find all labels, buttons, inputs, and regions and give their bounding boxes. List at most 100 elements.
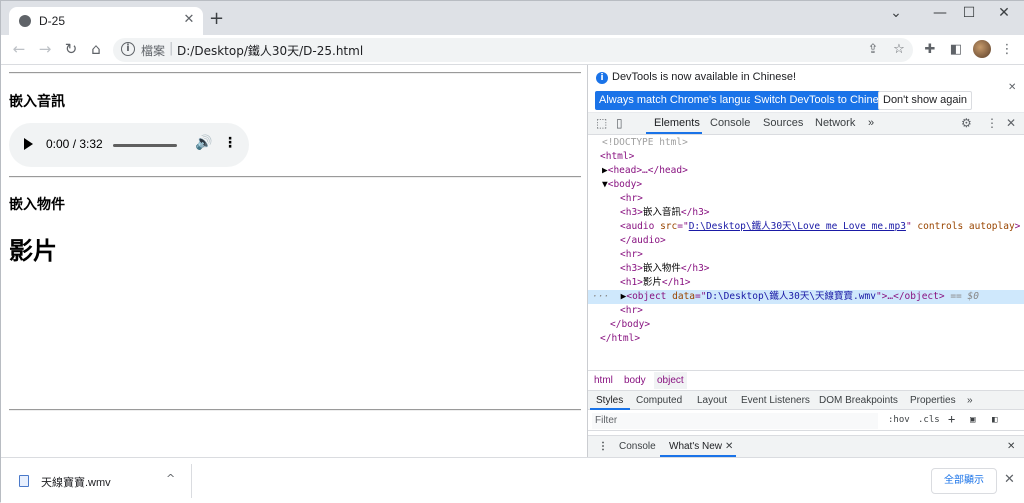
dom-node[interactable]: </audio> (588, 234, 1024, 248)
maximize-button[interactable]: ☐ (954, 5, 984, 21)
dom-node[interactable]: </html> (588, 332, 1024, 346)
tab-elements[interactable]: Elements (654, 117, 700, 129)
dom-node[interactable]: ▼<body> (588, 178, 1024, 192)
dom-node[interactable]: <h1>影片</h1> (588, 276, 1024, 290)
tab-d25[interactable]: D-25 ✕ (9, 7, 203, 35)
device-toolbar-icon[interactable]: ▯ (616, 116, 623, 130)
url-text[interactable]: D:/Desktop/鐵人30天/D-25.html (177, 42, 363, 59)
forward-button[interactable]: → (35, 40, 55, 58)
active-subtab-indicator (590, 408, 630, 410)
filter-input[interactable]: Filter (592, 413, 878, 429)
audio-player[interactable]: 0:00 / 3:32 🔊 ⋮ (9, 123, 249, 167)
new-tab-button[interactable]: + (209, 10, 224, 28)
devtools-infobar: i DevTools is now available in Chinese! … (588, 65, 1024, 113)
styles-filter-row: Filter :hov .cls + ▣ ◧ (588, 411, 1024, 431)
tab-event-listeners[interactable]: Event Listeners (741, 395, 810, 406)
tab-strip: D-25 ✕ + ⌄ — ☐ ✕ (1, 1, 1024, 35)
more-options-icon[interactable]: ⋮ (223, 135, 237, 151)
close-drawer-icon[interactable]: ✕ (1007, 441, 1015, 452)
tab-title: D-25 (39, 14, 66, 28)
breadcrumb: html body object (588, 370, 1024, 390)
more-tabs-icon[interactable]: » (868, 117, 874, 129)
tab-search-icon[interactable]: ⌄ (881, 5, 911, 21)
download-filename[interactable]: 天線寶寶.wmv (41, 474, 111, 490)
close-tab-icon[interactable]: ✕ (725, 441, 733, 452)
new-rule-icon[interactable]: + (948, 412, 955, 426)
audio-time: 0:00 / 3:32 (46, 137, 103, 151)
info-icon[interactable]: i (121, 42, 135, 56)
omnibox-separator: | (169, 41, 174, 56)
more-subtabs-icon[interactable]: » (967, 395, 973, 406)
tab-console[interactable]: Console (710, 117, 750, 129)
crumb-body[interactable]: body (624, 375, 646, 386)
inspect-icon[interactable]: ⬚ (596, 116, 607, 130)
divider (191, 464, 192, 498)
dont-show-button[interactable]: Don't show again (878, 91, 973, 110)
show-all-button[interactable]: 全部顯示 (931, 468, 997, 494)
close-devtools-icon[interactable]: ✕ (1006, 116, 1016, 130)
dom-node[interactable]: <hr> (588, 248, 1024, 262)
dom-node[interactable]: ▶<head>…</head> (588, 164, 1024, 178)
browser-toolbar: ← → ↻ ⌂ i 檔案 | D:/Desktop/鐵人30天/D-25.htm… (1, 35, 1024, 65)
dom-node[interactable]: <h3>嵌入物件</h3> (588, 262, 1024, 276)
reload-button[interactable]: ↻ (61, 40, 81, 58)
extensions-icon[interactable]: ✚ (922, 42, 938, 57)
dom-node[interactable]: </body> (588, 318, 1024, 332)
horizontal-rule (9, 176, 581, 178)
tab-properties[interactable]: Properties (910, 395, 956, 406)
volume-icon[interactable]: 🔊 (195, 135, 212, 151)
hov-toggle[interactable]: :hov (888, 415, 910, 425)
infobar-message: DevTools is now available in Chinese! (612, 71, 797, 83)
tab-sources[interactable]: Sources (763, 117, 803, 129)
play-icon[interactable] (24, 138, 33, 150)
dom-node-selected[interactable]: ··· ▶<object data="D:\Desktop\鐵人30天\天線寶寶… (588, 290, 1024, 304)
drawer-tab-console[interactable]: Console (619, 441, 656, 452)
gear-icon[interactable]: ⚙ (961, 116, 972, 130)
sidepanel-icon[interactable]: ◧ (948, 42, 964, 57)
star-icon[interactable]: ☆ (891, 42, 907, 57)
tab-close-icon[interactable]: ✕ (181, 12, 197, 27)
active-tab-indicator (646, 132, 702, 134)
chevron-up-icon[interactable]: ^ (166, 472, 175, 485)
home-button[interactable]: ⌂ (86, 40, 106, 58)
cls-toggle[interactable]: .cls (918, 415, 940, 425)
tab-computed[interactable]: Computed (636, 395, 682, 406)
dom-node[interactable]: <audio src="D:\Desktop\鐵人30天\Love me Lov… (588, 220, 1024, 234)
devtools-tabs: ⬚ ▯ Elements Console Sources Network » ⚙… (588, 113, 1024, 135)
infobar-close-icon[interactable]: ✕ (1008, 82, 1016, 93)
tab-layout[interactable]: Layout (697, 395, 727, 406)
dom-node[interactable]: <hr> (588, 304, 1024, 318)
share-icon[interactable]: ⇪ (865, 42, 881, 57)
heading-object: 嵌入物件 (9, 197, 65, 213)
close-window-button[interactable]: ✕ (989, 5, 1019, 21)
crumb-html[interactable]: html (594, 375, 613, 386)
address-bar[interactable]: i 檔案 | D:/Desktop/鐵人30天/D-25.html ⇪ ☆ (113, 38, 913, 62)
file-icon (19, 475, 29, 487)
audio-progress[interactable] (113, 144, 177, 147)
back-button[interactable]: ← (9, 40, 29, 58)
dom-node[interactable]: <h3>嵌入音訊</h3> (588, 206, 1024, 220)
page-content: 嵌入音訊 0:00 / 3:32 🔊 ⋮ 嵌入物件 影片 (1, 65, 587, 457)
tab-network[interactable]: Network (815, 117, 855, 129)
match-language-button[interactable]: Always match Chrome's language (595, 91, 769, 110)
switch-language-button[interactable]: Switch DevTools to Chinese (750, 91, 895, 110)
kebab-menu-icon[interactable]: ⋮ (986, 116, 998, 130)
dom-node[interactable]: <!DOCTYPE html> (588, 136, 1024, 150)
minimize-button[interactable]: — (925, 5, 955, 21)
avatar[interactable] (973, 40, 991, 58)
dom-node[interactable]: <html> (588, 150, 1024, 164)
heading-video: 影片 (9, 237, 57, 265)
elements-tree: <!DOCTYPE html> <html> ▶<head>…</head> ▼… (588, 136, 1024, 368)
tab-dom-breakpoints[interactable]: DOM Breakpoints (819, 395, 898, 406)
globe-icon (19, 15, 31, 27)
crumb-object[interactable]: object (654, 372, 687, 389)
menu-icon[interactable]: ⋮ (999, 42, 1015, 57)
scheme-label: 檔案 (141, 44, 166, 58)
dom-node[interactable]: <hr> (588, 192, 1024, 206)
drawer-menu-icon[interactable]: ⋮ (598, 441, 608, 452)
close-download-bar-icon[interactable]: ✕ (1004, 472, 1015, 487)
drawer-tab-whats-new[interactable]: What's New (669, 441, 722, 452)
sidebar-toggle-icon[interactable]: ◧ (992, 415, 997, 425)
paint-icon[interactable]: ▣ (970, 415, 975, 425)
tab-styles[interactable]: Styles (596, 395, 623, 406)
